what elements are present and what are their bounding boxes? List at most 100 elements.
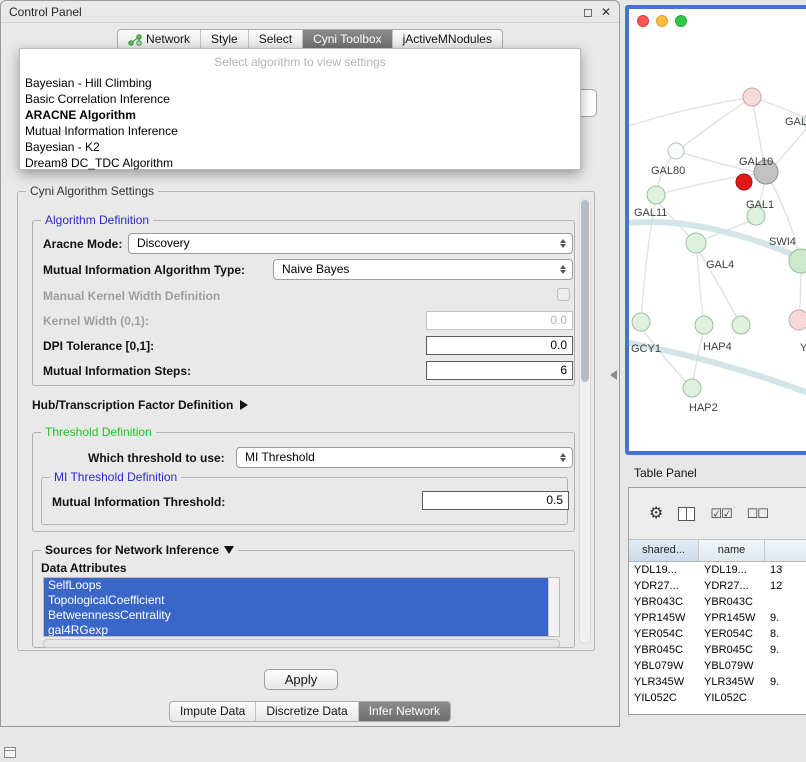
table-cell: YPR145W	[629, 610, 699, 626]
minimize-traffic-light-icon[interactable]	[656, 15, 668, 27]
table-row[interactable]: YER054C YER054C 8.	[629, 626, 806, 642]
table-row[interactable]: YBL079W YBL079W	[629, 658, 806, 674]
dropdown-item[interactable]: Bayesian - Hill Climbing	[20, 75, 580, 91]
network-node[interactable]	[732, 316, 750, 334]
table-row[interactable]: YBR045C YBR045C 9.	[629, 642, 806, 658]
expand-arrow-icon	[240, 400, 248, 410]
node-label-swi4: SWI4	[769, 236, 796, 248]
network-node-gal80[interactable]	[668, 143, 684, 159]
collapsed-panel-icon[interactable]	[4, 747, 16, 758]
network-node-red[interactable]	[736, 174, 752, 190]
data-attributes-list[interactable]: SelfLoops TopologicalCoefficient Between…	[43, 577, 560, 637]
hub-definition-toggle[interactable]: Hub/Transcription Factor Definition	[32, 398, 248, 412]
tab-network[interactable]: Network	[118, 30, 201, 49]
close-icon[interactable]: ✕	[601, 1, 611, 23]
columns-icon[interactable]	[678, 507, 695, 521]
dropdown-item[interactable]: Dream8 DC_TDC Algorithm	[20, 155, 580, 171]
control-panel-tab-bar: Network Style Select Cyni Toolbox jActiv…	[1, 29, 619, 50]
network-node-gal11[interactable]	[647, 186, 665, 204]
combobox-arrows-icon	[556, 453, 570, 462]
sources-toggle[interactable]: Sources for Network Inference	[41, 543, 238, 557]
table-row[interactable]: YPR145W YPR145W 9.	[629, 610, 806, 626]
tab-label: Cyni Toolbox	[313, 30, 381, 49]
list-item[interactable]: BetweennessCentrality	[44, 608, 559, 623]
dpi-tolerance-field[interactable]: 0.0	[426, 336, 573, 355]
list-vertical-scrollbar[interactable]	[548, 578, 559, 636]
network-thick-edges	[629, 222, 806, 401]
column-header-name[interactable]: name	[699, 540, 765, 561]
table-panel-window: ⚙ ☑☑ ☐☐ shared... name YDL19... YDL19...…	[628, 487, 806, 715]
deselect-all-icon[interactable]: ☐☐	[747, 507, 768, 520]
dropdown-item[interactable]: Basic Correlation Inference	[20, 91, 580, 107]
table-row[interactable]: YIL052C YIL052C	[629, 690, 806, 706]
mi-steps-label: Mutual Information Steps:	[43, 364, 191, 378]
table-cell: 9.	[765, 610, 806, 626]
network-node-gcy1[interactable]	[632, 313, 650, 331]
tab-infer-network[interactable]: Infer Network	[359, 702, 450, 721]
zoom-traffic-light-icon[interactable]	[675, 15, 687, 27]
table-cell: YBL079W	[629, 658, 699, 674]
manual-kernel-checkbox[interactable]	[557, 288, 570, 301]
table-row[interactable]: YDL19... YDL19... 13	[629, 562, 806, 578]
tab-cyni-toolbox[interactable]: Cyni Toolbox	[303, 30, 392, 49]
list-horizontal-scrollbar[interactable]	[43, 639, 560, 648]
list-item[interactable]: SelfLoops	[44, 578, 559, 593]
table-cell	[765, 658, 806, 674]
column-header-partial[interactable]	[765, 540, 806, 561]
tab-label: Network	[146, 30, 190, 49]
kernel-width-field[interactable]: 0.0	[426, 311, 573, 330]
combobox-arrows-icon	[556, 265, 570, 274]
close-traffic-light-icon[interactable]	[637, 15, 649, 27]
mi-steps-field[interactable]: 6	[426, 361, 573, 380]
select-all-icon[interactable]: ☑☑	[710, 507, 731, 520]
column-header-shared-name[interactable]: shared...	[629, 540, 699, 561]
scrollbar-thumb[interactable]	[581, 200, 589, 382]
apply-button[interactable]: Apply	[264, 669, 338, 690]
splitter-collapse-arrow-icon[interactable]	[610, 370, 617, 380]
aracne-mode-label: Aracne Mode:	[43, 237, 122, 251]
table-cell: YBR043C	[699, 594, 765, 610]
dropdown-item[interactable]: Bayesian - K2	[20, 139, 580, 155]
table-cell: YLR345W	[629, 674, 699, 690]
tab-label: jActiveMNodules	[403, 30, 492, 49]
tab-impute-data[interactable]: Impute Data	[170, 702, 256, 721]
which-threshold-combobox[interactable]: MI Threshold	[236, 447, 573, 468]
table-cell: YBR045C	[699, 642, 765, 658]
network-node-hap4[interactable]	[695, 316, 713, 334]
table-cell: 13	[765, 562, 806, 578]
gear-icon[interactable]: ⚙	[649, 506, 663, 522]
group-title: MI Threshold Definition	[50, 470, 181, 484]
table-cell: YIL052C	[699, 690, 765, 706]
table-cell: YIL052C	[629, 690, 699, 706]
table-row[interactable]: YBR043C YBR043C	[629, 594, 806, 610]
mi-threshold-field[interactable]: 0.5	[422, 491, 569, 510]
aracne-mode-combobox[interactable]: Discovery	[128, 233, 573, 254]
network-node[interactable]	[789, 310, 806, 330]
tab-label: Discretize Data	[266, 702, 347, 721]
network-canvas[interactable]: GAL GAL80 GAL10 GAL11 GAL1 SWI4 GAL4 GCY…	[629, 9, 806, 451]
dpi-tolerance-label: DPI Tolerance [0,1]:	[43, 339, 154, 353]
node-label-gal: GAL	[785, 116, 806, 128]
tab-discretize-data[interactable]: Discretize Data	[256, 702, 358, 721]
dropdown-placeholder: Select algorithm to view settings	[20, 49, 580, 75]
list-item[interactable]: gal4RGexp	[44, 623, 559, 637]
tab-jactivemnodules[interactable]: jActiveMNodules	[393, 30, 502, 49]
tab-select[interactable]: Select	[249, 30, 303, 49]
dropdown-item-selected[interactable]: ARACNE Algorithm	[20, 107, 580, 123]
network-node-hap2[interactable]	[683, 379, 701, 397]
mi-type-combobox[interactable]: Naive Bayes	[273, 259, 573, 280]
manual-kernel-label: Manual Kernel Width Definition	[43, 289, 220, 303]
network-node[interactable]	[743, 88, 761, 106]
list-item[interactable]: TopologicalCoefficient	[44, 593, 559, 608]
dropdown-item[interactable]: Mutual Information Inference	[20, 123, 580, 139]
settings-scrollbar[interactable]	[579, 198, 591, 644]
cyni-bottom-tab-bar: Impute Data Discretize Data Infer Networ…	[1, 701, 619, 722]
threshold-definition-group: Threshold Definition Which threshold to …	[32, 432, 575, 532]
table-toolbar: ⚙ ☑☑ ☐☐	[629, 488, 806, 540]
network-icon	[128, 34, 142, 46]
network-node-gal4[interactable]	[686, 233, 706, 253]
tab-style[interactable]: Style	[201, 30, 249, 49]
table-row[interactable]: YLR345W YLR345W 9.	[629, 674, 806, 690]
table-row[interactable]: YDR27... YDR27... 12	[629, 578, 806, 594]
float-window-icon[interactable]: ◻	[583, 1, 593, 23]
